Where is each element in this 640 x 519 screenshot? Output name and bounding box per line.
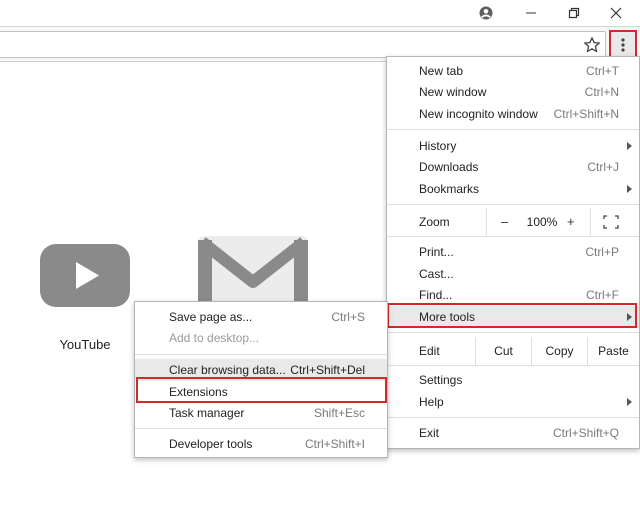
menu-item-label: New incognito window (419, 107, 538, 121)
menu-item-more-tools[interactable]: More tools (387, 306, 639, 328)
bookmark-star-icon[interactable] (583, 36, 601, 54)
edit-label: Edit (419, 344, 440, 358)
zoom-out-button[interactable]: – (501, 214, 508, 229)
zoom-label: Zoom (419, 215, 450, 229)
submenu-item-clear-browsing-data[interactable]: Clear browsing data... Ctrl+Shift+Del (135, 359, 387, 381)
menu-item-exit[interactable]: Exit Ctrl+Shift+Q (387, 422, 639, 444)
menu-item-label: Exit (419, 426, 440, 440)
menu-item-history[interactable]: History (387, 135, 639, 157)
submenu-item-developer-tools[interactable]: Developer tools Ctrl+Shift+I (135, 433, 387, 455)
menu-item-label: History (419, 139, 457, 153)
menu-item-shortcut: Ctrl+Shift+Q (552, 426, 619, 440)
zoom-level: 100% (526, 215, 558, 229)
menu-item-new-tab[interactable]: New tab Ctrl+T (387, 60, 639, 82)
zoom-control: – 100% + (486, 208, 591, 236)
submenu-item-extensions[interactable]: Extensions (135, 381, 387, 403)
restore-icon[interactable] (554, 0, 594, 26)
copy-button[interactable]: Copy (531, 337, 587, 365)
menu-item-find[interactable]: Find... Ctrl+F (387, 284, 639, 306)
menu-item-shortcut: Ctrl+S (331, 310, 365, 324)
submenu-arrow-icon (627, 313, 632, 321)
menu-item-help[interactable]: Help (387, 391, 639, 413)
menu-item-label: Cast... (419, 267, 454, 281)
menu-item-label: Help (419, 395, 444, 409)
menu-item-edit: Edit Cut Copy Paste (387, 337, 639, 365)
menu-item-shortcut: Ctrl+Shift+N (553, 107, 619, 121)
submenu-item-save-page-as[interactable]: Save page as... Ctrl+S (135, 306, 387, 328)
submenu-arrow-icon (627, 142, 632, 150)
menu-separator (135, 354, 387, 355)
fullscreen-icon[interactable] (603, 215, 619, 229)
menu-item-shortcut: Shift+Esc (313, 406, 365, 420)
submenu-item-task-manager[interactable]: Task manager Shift+Esc (135, 402, 387, 424)
menu-item-label: Add to desktop... (169, 331, 260, 345)
menu-separator (387, 236, 639, 237)
menu-item-label: Downloads (419, 160, 479, 174)
minimize-icon[interactable] (511, 0, 551, 26)
zoom-in-button[interactable]: + (567, 214, 575, 229)
menu-item-label: Developer tools (169, 437, 253, 451)
youtube-icon[interactable] (40, 244, 130, 307)
menu-item-shortcut: Ctrl+Shift+I (304, 437, 365, 451)
more-tools-submenu: Save page as... Ctrl+S Add to desktop...… (134, 301, 388, 458)
chrome-menu-button[interactable] (609, 30, 637, 59)
menu-item-shortcut: Ctrl+J (587, 160, 619, 174)
submenu-arrow-icon (627, 185, 632, 193)
menu-item-label: Find... (419, 288, 453, 302)
menu-item-label: Print... (419, 245, 454, 259)
address-bar[interactable] (0, 31, 606, 58)
menu-separator (387, 129, 639, 130)
menu-item-zoom: Zoom – 100% + (387, 208, 639, 236)
menu-item-label: More tools (419, 310, 476, 324)
close-icon[interactable] (596, 0, 636, 26)
menu-item-label: Settings (419, 373, 463, 387)
menu-item-new-window[interactable]: New window Ctrl+N (387, 81, 639, 103)
menu-separator (387, 365, 639, 366)
menu-separator (387, 204, 639, 205)
menu-item-label: Clear browsing data... (169, 363, 286, 377)
cut-button[interactable]: Cut (475, 337, 531, 365)
menu-item-label: Task manager (169, 406, 245, 420)
menu-item-shortcut: Ctrl+P (585, 245, 619, 259)
menu-item-new-incognito-window[interactable]: New incognito window Ctrl+Shift+N (387, 103, 639, 125)
menu-item-shortcut: Ctrl+F (586, 288, 619, 302)
vertical-dots-icon (621, 37, 625, 52)
menu-separator (387, 332, 639, 333)
menu-separator (387, 417, 639, 418)
menu-item-label: Extensions (169, 385, 228, 399)
profile-icon[interactable] (466, 0, 506, 26)
submenu-arrow-icon (627, 398, 632, 406)
menu-item-shortcut: Ctrl+N (584, 85, 619, 99)
menu-item-label: Save page as... (169, 310, 253, 324)
paste-button[interactable]: Paste (587, 337, 639, 365)
chrome-main-menu: New tab Ctrl+T New window Ctrl+N New inc… (386, 56, 640, 449)
menu-item-print[interactable]: Print... Ctrl+P (387, 241, 639, 263)
menu-separator (135, 428, 387, 429)
menu-item-downloads[interactable]: Downloads Ctrl+J (387, 156, 639, 178)
menu-item-label: New tab (419, 64, 464, 78)
menu-item-shortcut: Ctrl+Shift+Del (290, 363, 365, 377)
menu-item-bookmarks[interactable]: Bookmarks (387, 178, 639, 200)
submenu-item-add-to-desktop: Add to desktop... (135, 327, 387, 349)
menu-item-settings[interactable]: Settings (387, 369, 639, 391)
menu-item-label: Bookmarks (419, 182, 480, 196)
menu-item-label: New window (419, 85, 487, 99)
title-bar (0, 0, 640, 28)
menu-item-cast[interactable]: Cast... (387, 263, 639, 285)
youtube-tile-label[interactable]: YouTube (40, 337, 130, 352)
menu-item-shortcut: Ctrl+T (586, 64, 619, 78)
